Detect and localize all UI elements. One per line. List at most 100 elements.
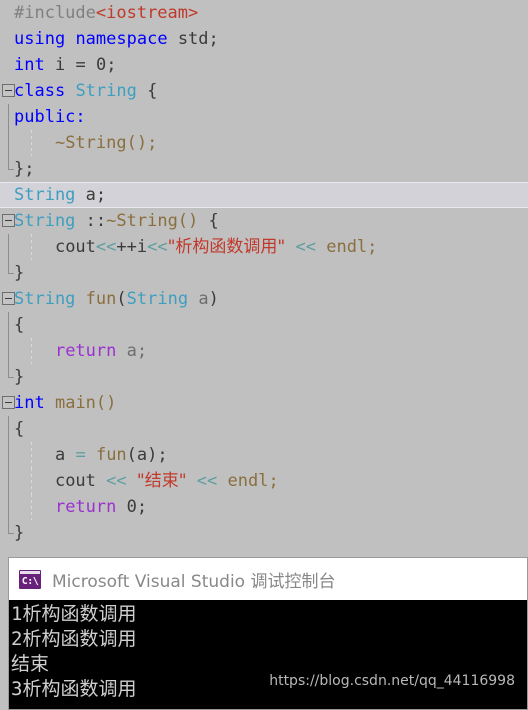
code-line-current[interactable]: String a; [0, 182, 528, 208]
token-id-i: i [54, 55, 66, 75]
code-line-content: String a; [14, 182, 106, 208]
debug-console-window[interactable]: C:\ Microsoft Visual Studio 调试控制台 1析构函数调… [8, 557, 528, 710]
token-class-close: }; [14, 159, 35, 179]
code-line-content: } [14, 520, 24, 546]
fold-region-bar [8, 468, 9, 494]
token-endl: endl; [326, 237, 378, 257]
token-brace-close: } [14, 367, 25, 387]
code-line[interactable]: { [0, 312, 528, 338]
code-editor[interactable]: #include<iostream> using namespace std; … [0, 0, 528, 549]
token-kw-class: class [14, 81, 66, 101]
code-line[interactable]: a = fun(a); [0, 442, 528, 468]
watermark-url: https://blog.csdn.net/qq_44116998 [269, 673, 515, 689]
fold-region-bar-end [8, 364, 14, 378]
token-include-target: <iostream> [95, 3, 199, 23]
code-line[interactable]: { [0, 416, 528, 442]
code-line[interactable]: #include<iostream> [0, 0, 528, 26]
token-scope-operator: :: [85, 211, 107, 231]
console-output-area[interactable]: 1析构函数调用 2析构函数调用 结束 3析构函数调用 https://blog.… [9, 600, 527, 709]
token-operator-assign: = [75, 445, 86, 465]
code-line[interactable]: return 0; [0, 494, 528, 520]
code-line-content: return a; [14, 338, 147, 364]
code-line[interactable]: cout << "结束" << endl; [0, 468, 528, 494]
token-dtor-def: ~String() [106, 211, 199, 231]
console-output-line: 2析构函数调用 [11, 628, 137, 650]
code-line-content: public: [14, 104, 86, 130]
token-type-string: String [14, 185, 76, 205]
token-shift-operator: << [147, 237, 168, 257]
fold-region-bar [8, 494, 9, 520]
code-line[interactable]: } [0, 364, 528, 390]
fold-region-bar [8, 104, 9, 130]
token-brace-open: { [208, 211, 219, 231]
code-line-content: cout << "结束" << endl; [14, 468, 279, 494]
code-line-content: int main() [14, 390, 116, 416]
token-paren-open: ( [116, 289, 127, 309]
code-line[interactable]: } [0, 260, 528, 286]
token-endl: endl; [227, 471, 279, 491]
code-line[interactable]: int main() [0, 390, 528, 416]
fold-region-bar-end [8, 260, 14, 274]
code-line[interactable]: cout<<++i<<"析构函数调用" << endl; [0, 234, 528, 260]
screenshot-root: #include<iostream> using namespace std; … [0, 0, 528, 710]
code-line[interactable]: class String { [0, 78, 528, 104]
code-line-content: class String { [14, 78, 157, 104]
code-line-content: { [14, 312, 24, 338]
token-paren-open: ( [126, 445, 137, 465]
fold-region-bar [8, 312, 9, 338]
code-line-content: } [14, 364, 24, 390]
token-kw-int: int [14, 393, 45, 413]
code-line[interactable]: using namespace std; [0, 26, 528, 52]
fold-region-bar [8, 130, 9, 156]
token-brace-open: { [14, 419, 25, 439]
token-brace-close: } [14, 523, 25, 543]
token-var-a: a; [85, 185, 107, 205]
code-line[interactable]: public: [0, 104, 528, 130]
token-type-string: String [126, 289, 189, 309]
token-literal-zero: 0; [126, 497, 148, 517]
code-line[interactable]: String fun(String a) [0, 286, 528, 312]
fold-region-bar [8, 442, 9, 468]
code-line[interactable]: }; [0, 156, 528, 182]
token-var-a: a [54, 445, 66, 465]
token-fn-fun: fun [85, 289, 117, 309]
code-line-content: String ::~String() { [14, 208, 219, 234]
token-ret-a: a; [126, 341, 148, 361]
fold-region-bar-end [8, 520, 14, 534]
token-fn-main: main() [54, 393, 117, 413]
fold-region-bar-end [8, 156, 14, 170]
code-line[interactable]: int i = 0; [0, 52, 528, 78]
token-preprocessor: #include [14, 3, 96, 23]
code-line-content: String fun(String a) [14, 286, 219, 312]
fold-region-bar [8, 234, 9, 260]
token-brace-close: } [14, 263, 25, 283]
token-string-destructor: "析构函数调用" [167, 237, 286, 257]
token-kw-public: public: [14, 107, 86, 127]
console-titlebar[interactable]: C:\ Microsoft Visual Studio 调试控制台 [9, 558, 527, 600]
token-literal-zero: 0; [95, 55, 117, 75]
code-line-content: cout<<++i<<"析构函数调用" << endl; [14, 234, 377, 260]
code-line-content: ~String(); [14, 130, 157, 156]
token-call-arg: a [136, 445, 148, 465]
token-cout: cout [54, 237, 96, 257]
code-line[interactable]: ~String(); [0, 130, 528, 156]
token-call-tail: ); [147, 445, 168, 465]
code-line-content: }; [14, 156, 34, 182]
token-shift-operator: << [95, 237, 117, 257]
code-line-content: } [14, 260, 24, 286]
fold-region-bar [8, 338, 9, 364]
console-output-line: 1析构函数调用 [11, 603, 137, 625]
code-line[interactable]: return a; [0, 338, 528, 364]
token-operator-assign: = [75, 55, 86, 75]
token-type-string: String [14, 289, 76, 309]
code-line[interactable]: } [0, 520, 528, 546]
token-kw-int: int [14, 55, 45, 75]
code-line-content: return 0; [14, 494, 147, 520]
token-kw-return: return [54, 497, 117, 517]
token-id-std: std; [177, 29, 219, 49]
code-line[interactable]: String ::~String() { [0, 208, 528, 234]
token-shift-operator: << [106, 471, 127, 491]
token-kw-return: return [54, 341, 117, 361]
token-param-a: a [198, 289, 209, 309]
editor-console-divider [0, 549, 528, 557]
